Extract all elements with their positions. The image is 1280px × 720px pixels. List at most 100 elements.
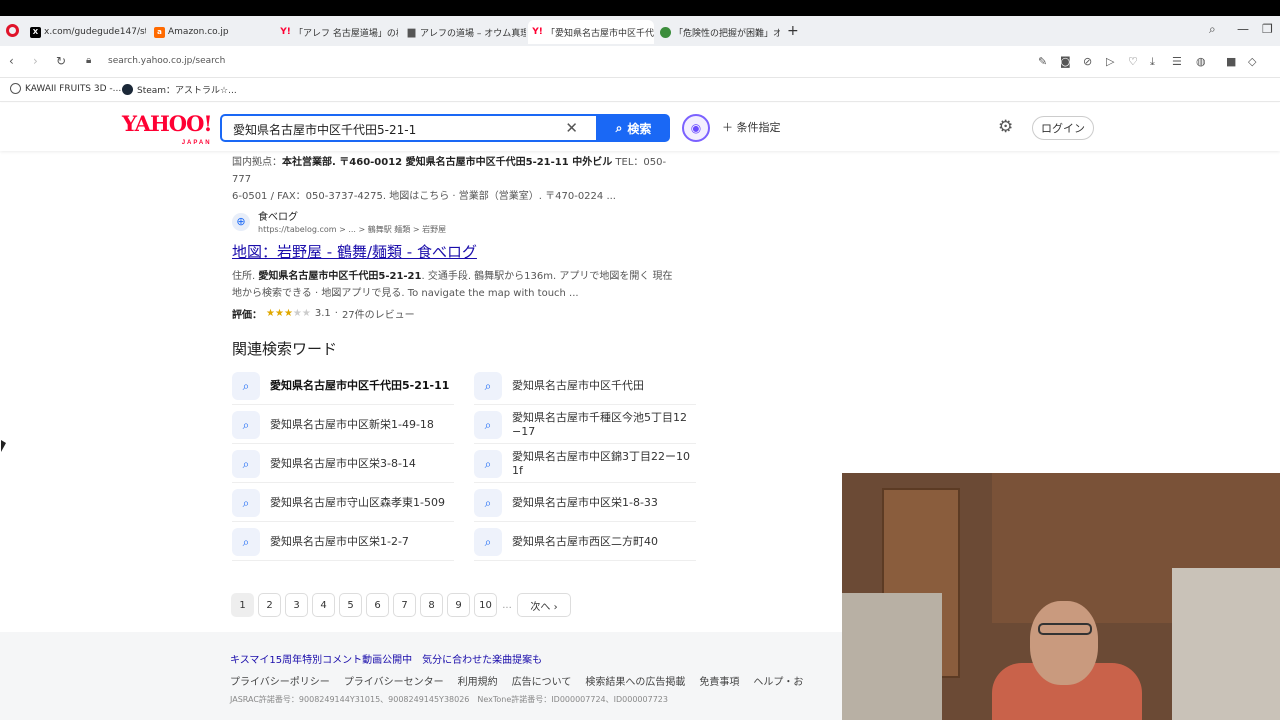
footer-link[interactable]: ヘルプ・お (753, 677, 803, 688)
new-tab-button[interactable]: + (787, 23, 799, 39)
related-search-item[interactable]: ⌕ 愛知県名古屋市中区新栄1-49-18 (232, 407, 454, 444)
previous-result-snippet: 国内拠点：本社営業部. 〒460-0012 愛知県名古屋市中区千代田5-21-1… (232, 154, 682, 205)
restore-icon[interactable]: ❐ (1262, 22, 1273, 36)
related-search-label: 愛知県名古屋市守山区森孝東1-509 (270, 496, 445, 509)
footer-link[interactable]: 広告について (512, 677, 572, 688)
desc-line2: 地から検索できる · 地図アプリで見る. To navigate the map… (232, 288, 579, 299)
camera-icon[interactable]: ◙ (1060, 55, 1071, 68)
page-10-button[interactable]: 10 (474, 593, 497, 617)
result-site[interactable]: ⊕ 食べログ https://tabelog.com > ... > 鶴舞駅 麺… (232, 208, 692, 235)
search-query[interactable]: 愛知県名古屋市中区千代田5-21-1 (233, 121, 416, 138)
bookmark-kawaii[interactable]: KAWAII FRUITS 3D -... (10, 83, 121, 94)
page-9-button[interactable]: 9 (447, 593, 470, 617)
footer-promo-links: キスマイ15周年特別コメント動画公開中 気分に合わせた楽曲提案も (230, 651, 552, 666)
related-search-label: 愛知県名古屋市中区千代田5-21-11 (270, 379, 450, 392)
page-3-button[interactable]: 3 (285, 593, 308, 617)
page-6-button[interactable]: 6 (366, 593, 389, 617)
play-icon[interactable]: ▷ (1106, 55, 1114, 68)
search-icon: ⌕ (474, 372, 502, 400)
shield-icon[interactable]: ⊘ (1083, 55, 1092, 68)
bookmark-steam[interactable]: Steam：アストラル☆... (122, 83, 237, 96)
cube-icon[interactable]: ◇ (1248, 55, 1256, 68)
related-search-item[interactable]: ⌕ 愛知県名古屋市千種区今池5丁目12−17 (474, 407, 696, 444)
result-title-link[interactable]: 地図：岩野屋 - 鶴舞/麺類 - 食べログ (232, 241, 692, 262)
yahoo-logo[interactable]: YAHOO! JAPAN (122, 113, 213, 153)
page-5-button[interactable]: 5 (339, 593, 362, 617)
page-7-button[interactable]: 7 (393, 593, 416, 617)
next-page-button[interactable]: 次へ › (517, 593, 571, 617)
tab-search-icon[interactable]: ⌕ (1209, 22, 1216, 37)
gear-icon[interactable]: ⚙ (998, 117, 1013, 137)
snippet-bold: 本社営業部. 〒460-0012 愛知県名古屋市中区千代田5-21-11 中外ビ… (282, 157, 613, 168)
yahoo-header: YAHOO! JAPAN 愛知県名古屋市中区千代田5-21-1 ✕ ⌕ 検索 ◉… (0, 103, 1280, 151)
webcam-overlay (842, 473, 1280, 720)
related-search-item[interactable]: ⌕ 愛知県名古屋市中区千代田 (474, 368, 696, 405)
search-icon: ⌕ (615, 120, 623, 135)
search-input[interactable]: 愛知県名古屋市中区千代田5-21-1 ✕ (220, 114, 598, 142)
related-search-item[interactable]: ⌕ 愛知県名古屋市西区二方町40 (474, 524, 696, 561)
reload-icon[interactable]: ↻ (56, 54, 66, 68)
footer-license: JASRAC許諾番号：9008249144Y31015、9008249145Y3… (230, 695, 668, 704)
footer-link[interactable]: 免責事項 (699, 677, 739, 688)
page-1-button[interactable]: 1 (231, 593, 254, 617)
snippet-line2: 6-0501 / FAX：050-3737-4275. 地図はこちら · 営業部… (232, 191, 616, 202)
tab-label: Amazon.co.jp (168, 27, 229, 37)
related-search-label: 愛知県名古屋市中区錦3丁目22ー10 1f (512, 450, 690, 477)
ai-assistant-icon[interactable]: ◉ (682, 114, 710, 142)
tab-2[interactable]: a Amazon.co.jp (150, 20, 274, 44)
mouse-cursor-icon (1, 440, 6, 452)
globe-icon: ⊕ (232, 212, 250, 231)
page-4-button[interactable]: 4 (312, 593, 335, 617)
page-8-button[interactable]: 8 (420, 593, 443, 617)
footer-link[interactable]: 利用規約 (458, 677, 498, 688)
back-icon[interactable]: ‹ (9, 54, 14, 68)
related-search-label: 愛知県名古屋市千種区今池5丁目12−17 (512, 411, 687, 438)
menu-icon[interactable]: ☰ (1172, 55, 1182, 68)
forward-icon[interactable]: › (33, 54, 38, 68)
profile-icon[interactable]: ◍ (1196, 55, 1206, 68)
footer-promo-link[interactable]: キスマイ15周年特別コメント動画公開中 (230, 655, 412, 666)
amazon-icon: a (154, 26, 165, 38)
download-icon[interactable]: ⤓ (1150, 55, 1155, 69)
webcam-person-glasses (1038, 623, 1092, 635)
page-2-button[interactable]: 2 (258, 593, 281, 617)
edit-icon[interactable]: ✎ (1038, 55, 1047, 68)
search-icon: ⌕ (232, 489, 260, 517)
related-search-item[interactable]: ⌕ 愛知県名古屋市中区錦3丁目22ー10 1f (474, 446, 696, 483)
login-button[interactable]: ログイン (1032, 116, 1094, 140)
related-search-item[interactable]: ⌕ 愛知県名古屋市守山区森孝東1-509 (232, 485, 454, 522)
tab-1[interactable]: X x.com/gudegude147/stat (26, 20, 146, 44)
search-icon: ⌕ (232, 528, 260, 556)
related-search-item[interactable]: ⌕ 愛知県名古屋市中区栄1-2-7 (232, 524, 454, 561)
conditions-button[interactable]: ＋ 条件指定 (722, 119, 781, 135)
doc-icon: ▆ (407, 26, 416, 38)
footer-link[interactable]: プライバシーセンター (344, 677, 444, 688)
lock-icon[interactable]: 🔒︎ (86, 55, 91, 66)
related-search-item[interactable]: ⌕ 愛知県名古屋市中区栄1-8-33 (474, 485, 696, 522)
url-field[interactable]: search.yahoo.co.jp/search (108, 56, 225, 66)
x-icon: X (30, 26, 41, 38)
webcam-shelf (1172, 568, 1280, 720)
footer-link[interactable]: プライバシーポリシー (230, 677, 330, 688)
tab-5-active[interactable]: Y! 「愛知県名古屋市中区千代 (528, 20, 654, 44)
clear-icon[interactable]: ✕ (565, 119, 578, 137)
search-button[interactable]: ⌕ 検索 (597, 114, 670, 142)
related-search-item[interactable]: ⌕ 愛知県名古屋市中区栄3-8-14 (232, 446, 454, 483)
opera-logo-icon[interactable] (6, 24, 19, 37)
tab-6[interactable]: 「危険性の把握が困難」オウ (656, 20, 780, 44)
extension-icon[interactable]: ■ (1226, 55, 1236, 68)
related-search-item[interactable]: ⌕ 愛知県名古屋市中区千代田5-21-11 (232, 368, 454, 405)
yahoo-logo-sub: JAPAN (181, 140, 212, 146)
yahoo-icon: Y! (280, 27, 291, 37)
tab-label: 「愛知県名古屋市中区千代 (546, 28, 654, 39)
search-icon: ⌕ (474, 411, 502, 439)
footer-link[interactable]: 検索結果への広告掲載 (585, 677, 685, 688)
related-search-label: 愛知県名古屋市中区栄1-8-33 (512, 496, 658, 509)
minimize-icon[interactable]: — (1237, 22, 1249, 36)
tab-3[interactable]: Y! 「アレフ 名古屋道場」の検索 (276, 20, 398, 44)
search-icon: ⌕ (232, 372, 260, 400)
search-icon: ⌕ (474, 528, 502, 556)
tab-4[interactable]: ▆ アレフの道場 – オウム真理教 (402, 20, 526, 44)
footer-promo-link[interactable]: 気分に合わせた楽曲提案も (422, 655, 542, 666)
heart-icon[interactable]: ♡ (1128, 55, 1138, 68)
